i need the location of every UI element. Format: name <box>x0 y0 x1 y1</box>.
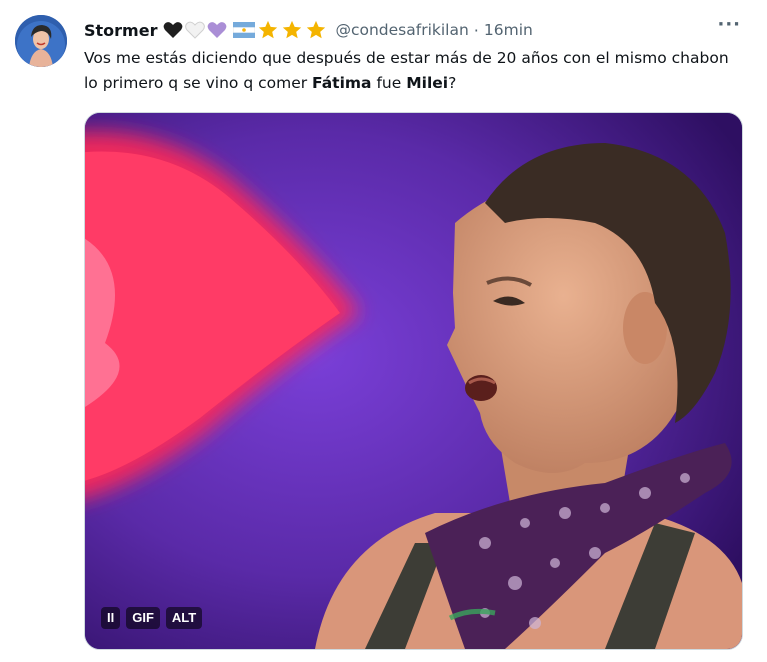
author-name[interactable]: Stormer <box>84 21 157 40</box>
author-handle[interactable]: @condesafrikilan <box>335 21 468 39</box>
timestamp[interactable]: 16min <box>484 21 533 39</box>
tweet-text-bold: Fátima <box>312 74 372 92</box>
avatar[interactable] <box>15 15 67 67</box>
tweet-text-part: ? <box>448 74 457 92</box>
more-options-icon[interactable]: ··· <box>717 14 741 35</box>
gif-badge: GIF <box>126 607 160 629</box>
separator-dot: · <box>473 20 479 40</box>
alt-text-button[interactable]: ALT <box>165 607 203 629</box>
avatar-image-icon <box>15 15 67 67</box>
tweet-card[interactable]: Stormer @condesafrikilan · 16min ··· Vos… <box>0 0 767 662</box>
star-icon <box>305 19 327 41</box>
star-icon <box>257 19 279 41</box>
pause-button[interactable]: II <box>101 607 121 629</box>
star-icon <box>281 19 303 41</box>
black-heart-icon <box>163 21 183 39</box>
purple-heart-icon <box>207 21 227 39</box>
white-heart-icon <box>185 21 206 39</box>
tweet-text-bold: Milei <box>406 74 449 92</box>
tweet-header: Stormer @condesafrikilan · 16min <box>84 17 737 43</box>
shocked-person-gif-icon <box>85 113 742 649</box>
tweet-text-part: fue <box>371 74 407 92</box>
gif-media[interactable]: II GIF ALT <box>84 112 743 650</box>
tweet-text: Vos me estás diciendo que después de est… <box>84 46 744 96</box>
argentina-flag-icon <box>233 22 256 38</box>
gif-controls: II GIF ALT <box>101 607 203 629</box>
